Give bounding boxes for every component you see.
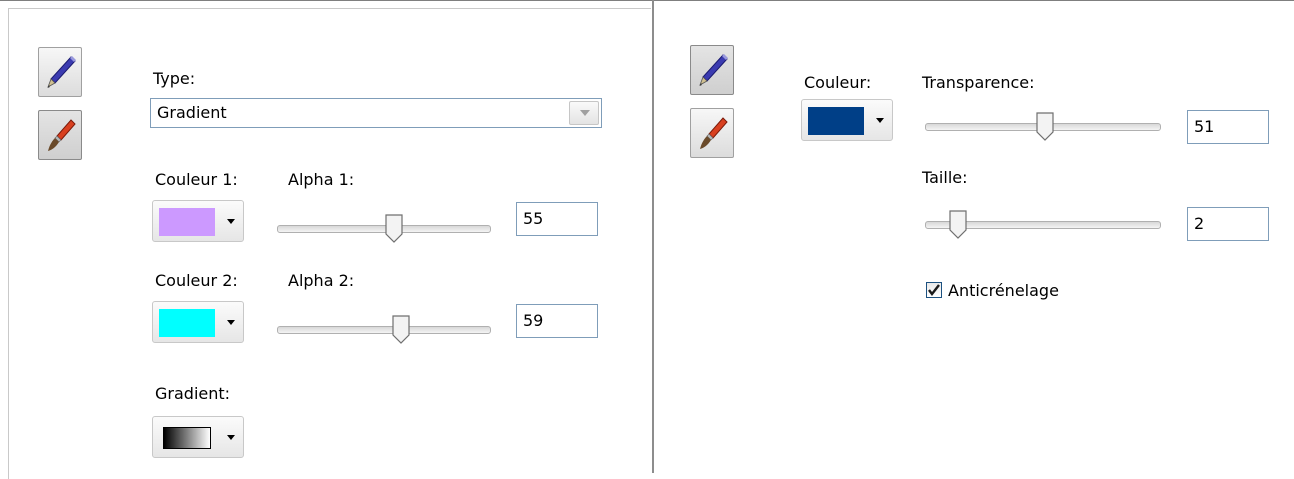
slider-thumb[interactable] — [391, 315, 411, 345]
transparency-input-value: 51 — [1194, 117, 1215, 136]
alpha2-slider[interactable] — [277, 315, 491, 345]
pen-tool-button[interactable] — [690, 45, 734, 95]
alpha2-label: Alpha 2: — [288, 271, 355, 290]
brush-icon — [48, 119, 76, 151]
checkmark-icon — [928, 284, 940, 296]
type-select[interactable]: Gradient — [150, 98, 602, 128]
gradient-label: Gradient: — [155, 384, 231, 403]
brush-tool-button[interactable] — [690, 108, 734, 158]
window-top-border — [0, 0, 1294, 1]
color2-label: Couleur 2: — [155, 271, 238, 290]
slider-thumb[interactable] — [1035, 112, 1055, 142]
color-label: Couleur: — [804, 73, 872, 92]
color1-swatch — [159, 208, 215, 236]
type-label: Type: — [153, 69, 196, 88]
alpha1-label: Alpha 1: — [288, 170, 355, 189]
size-input-value: 2 — [1194, 214, 1205, 233]
pen-tool-button[interactable] — [38, 47, 82, 97]
fill-options-panel: Type: Gradient Couleur 1: Alpha 1: 55 Co… — [8, 8, 651, 479]
transparency-input[interactable]: 51 — [1187, 110, 1269, 144]
brush-icon — [700, 117, 728, 149]
slider-thumb[interactable] — [948, 210, 968, 240]
transparency-label: Transparence: — [922, 73, 1035, 92]
color1-picker[interactable] — [152, 200, 244, 242]
transparency-slider[interactable] — [925, 112, 1161, 142]
type-select-arrow[interactable] — [569, 101, 599, 125]
stroke-color-picker[interactable] — [801, 99, 893, 141]
pen-icon — [47, 56, 76, 88]
antialias-label: Anticrénelage — [948, 281, 1059, 300]
dropdown-arrow-icon — [227, 320, 235, 325]
slider-track — [277, 326, 491, 334]
antialias-checkbox[interactable] — [926, 282, 942, 298]
gradient-swatch — [163, 427, 211, 449]
slider-thumb[interactable] — [384, 214, 404, 244]
color2-swatch — [159, 309, 215, 337]
type-select-value: Gradient — [157, 103, 227, 122]
brush-tool-button[interactable] — [38, 110, 82, 160]
chevron-down-icon — [580, 110, 590, 116]
color1-label: Couleur 1: — [155, 170, 238, 189]
dropdown-arrow-icon — [227, 219, 235, 224]
color2-picker[interactable] — [152, 301, 244, 343]
pen-icon — [699, 54, 728, 86]
gradient-picker[interactable] — [152, 416, 244, 458]
size-slider[interactable] — [925, 210, 1161, 240]
size-input[interactable]: 2 — [1187, 207, 1269, 241]
stroke-color-swatch — [808, 107, 864, 135]
alpha1-input-value: 55 — [523, 209, 544, 228]
alpha2-input-value: 59 — [523, 311, 544, 330]
alpha1-input[interactable]: 55 — [516, 202, 598, 236]
size-label: Taille: — [922, 168, 968, 187]
dropdown-arrow-icon — [876, 118, 884, 123]
dropdown-arrow-icon — [227, 435, 235, 440]
panel-divider — [652, 0, 654, 473]
alpha1-slider[interactable] — [277, 214, 491, 244]
alpha2-input[interactable]: 59 — [516, 304, 598, 338]
